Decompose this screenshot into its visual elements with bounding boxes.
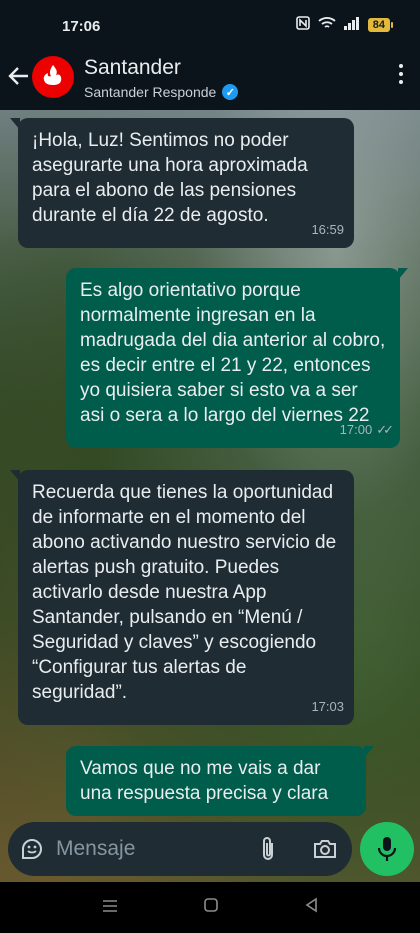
message-text: Es algo orientativo porque normalmente i… (80, 280, 391, 426)
message-meta: 17:00 ✓✓ (339, 417, 394, 442)
read-ticks-icon: ✓✓ (376, 422, 394, 437)
battery-indicator: 84 (367, 17, 394, 32)
message-bubble-incoming[interactable]: Recuerda que tienes la oportunidad de in… (10, 470, 354, 725)
mic-button[interactable] (360, 822, 414, 876)
avatar[interactable] (32, 56, 74, 98)
message-time: 16:59 (311, 222, 344, 237)
sticker-icon[interactable] (20, 837, 44, 861)
message-input[interactable]: Mensaje (56, 837, 135, 861)
camera-icon[interactable] (312, 837, 338, 861)
message-text: Recuerda que tienes la oportunidad de in… (32, 482, 342, 703)
message-composer[interactable]: Mensaje (8, 822, 352, 876)
message-meta: 17:03 (311, 694, 344, 719)
attach-icon[interactable] (260, 836, 276, 868)
santander-flame-icon (43, 65, 62, 85)
recents-icon[interactable] (102, 897, 118, 918)
mic-icon (377, 837, 397, 861)
signal-icon (343, 16, 360, 33)
message-text: ¡Hola, Luz! Sentimos no poder asegurarte… (32, 130, 313, 226)
back-arrow-icon[interactable] (8, 66, 30, 92)
wifi-icon (318, 16, 336, 33)
message-time: 17:03 (311, 699, 344, 714)
message-bubble-incoming[interactable]: ¡Hola, Luz! Sentimos no poder asegurarte… (10, 118, 354, 248)
system-nav-bar (0, 882, 420, 933)
chat-header: Santander Santander Responde ✓ (0, 52, 420, 110)
message-time: 17:00 (339, 422, 373, 437)
status-icons: 84 (295, 16, 394, 33)
contact-subtitle-label: Santander Responde (84, 84, 217, 100)
nfc-icon (295, 16, 310, 33)
message-bubble-outgoing[interactable]: Es algo orientativo porque normalmente i… (66, 268, 408, 448)
contact-name[interactable]: Santander (84, 56, 181, 80)
message-bubble-outgoing[interactable]: Vamos que no me vais a dar una respuesta… (66, 746, 374, 816)
message-meta: 16:59 (311, 217, 344, 242)
status-bar: 17:06 84 (0, 0, 420, 52)
more-options-icon[interactable] (398, 64, 404, 84)
message-text: Vamos que no me vais a dar una respuesta… (80, 758, 329, 804)
contact-subtitle[interactable]: Santander Responde ✓ (84, 84, 239, 100)
verified-badge-icon: ✓ (222, 84, 239, 100)
status-time: 17:06 (62, 18, 101, 35)
back-icon[interactable] (304, 897, 318, 918)
home-icon[interactable] (203, 897, 219, 918)
